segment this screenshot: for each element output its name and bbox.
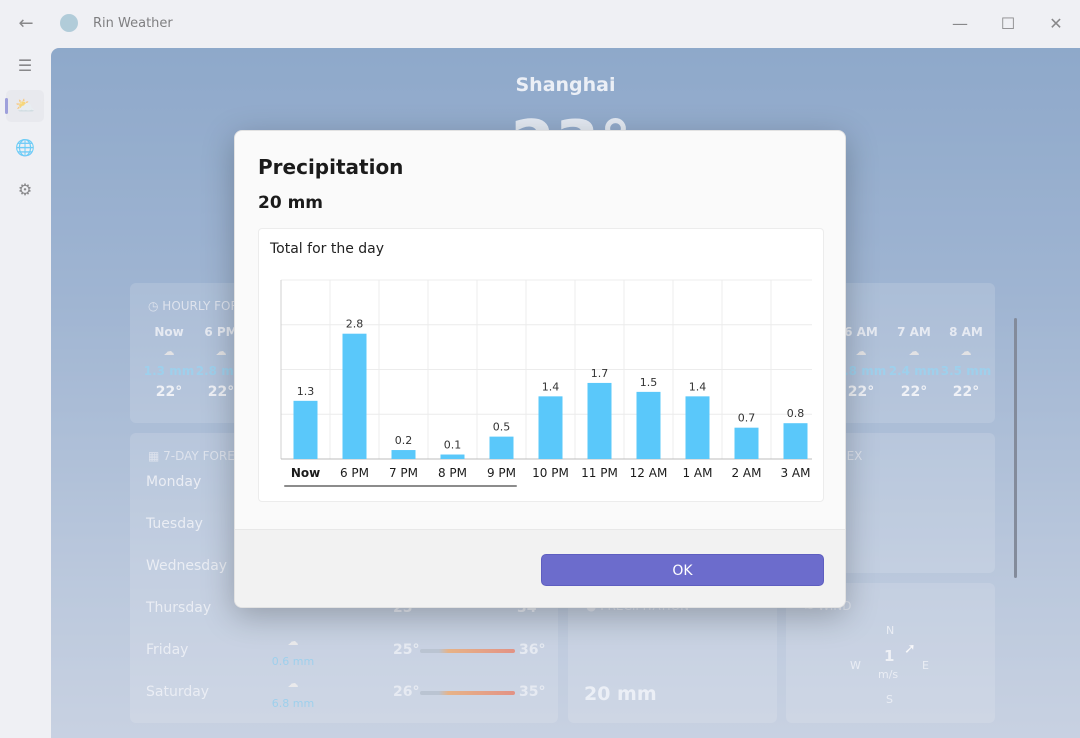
chart-bar[interactable]: [489, 436, 514, 459]
x-tick-label: 11 PM: [581, 466, 618, 480]
x-tick-label: 2 AM: [731, 466, 761, 480]
data-label: 0.7: [738, 412, 756, 425]
precipitation-dialog: Precipitation 20 mm Total for the day 1.…: [234, 130, 846, 608]
chart-bar[interactable]: [538, 396, 563, 459]
chart-bar[interactable]: [293, 400, 318, 459]
x-tick-label: 3 AM: [780, 466, 810, 480]
chart-bar[interactable]: [342, 333, 367, 459]
x-tick-label: Now: [291, 466, 320, 480]
precipitation-bar-chart: 1.3 Now 2.8 6 PM 0.2 7 PM 0.1 8 PM 0.5 9 PM 1.4 10 …: [280, 279, 812, 487]
x-tick-label: 9 PM: [487, 466, 516, 480]
ok-button[interactable]: OK: [541, 554, 824, 586]
data-label: 0.2: [395, 434, 413, 447]
precipitation-chart-card: Total for the day 1.3 Now 2.8 6 PM 0.2 7 PM 0.…: [258, 228, 824, 502]
data-label: 1.7: [591, 367, 609, 380]
chart-bar[interactable]: [391, 450, 416, 459]
data-label: 1.4: [542, 380, 560, 393]
x-tick-label: 1 AM: [682, 466, 712, 480]
data-label: 2.8: [346, 318, 364, 331]
data-label: 1.5: [640, 376, 658, 389]
dialog-total-value: 20 mm: [258, 193, 324, 213]
x-tick-label: 6 PM: [340, 466, 369, 480]
x-tick-label: 12 AM: [630, 466, 668, 480]
dialog-title: Precipitation: [258, 155, 404, 179]
chart-bar[interactable]: [440, 454, 465, 459]
chart-bar[interactable]: [783, 423, 808, 459]
data-label: 0.1: [444, 439, 462, 452]
data-label: 0.8: [787, 407, 805, 420]
chart-bar[interactable]: [685, 396, 710, 459]
chart-bar[interactable]: [734, 427, 759, 459]
data-label: 1.3: [297, 385, 315, 398]
data-label: 1.4: [689, 380, 707, 393]
dialog-footer: OK: [235, 529, 845, 607]
chart-bar[interactable]: [636, 391, 661, 459]
data-label: 0.5: [493, 421, 511, 434]
x-tick-label: 7 PM: [389, 466, 418, 480]
x-tick-label: 8 PM: [438, 466, 467, 480]
chart-bar[interactable]: [587, 382, 612, 459]
x-tick-label: 10 PM: [532, 466, 569, 480]
